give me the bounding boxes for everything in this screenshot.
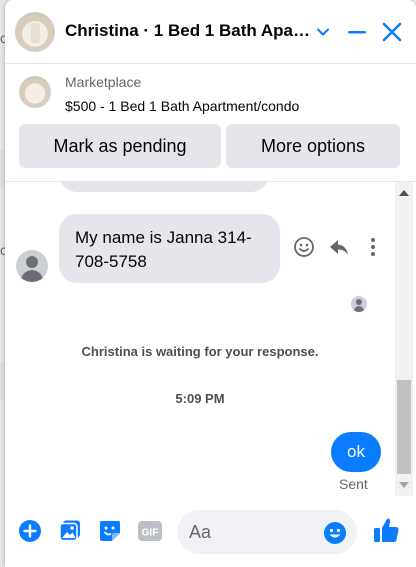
seen-indicator-avatar xyxy=(351,296,367,312)
more-options-button[interactable]: More options xyxy=(226,124,400,168)
like-icon[interactable] xyxy=(372,516,400,544)
reply-icon[interactable] xyxy=(326,234,352,260)
message-timestamp: 5:09 PM xyxy=(175,391,225,406)
chevron-down-icon[interactable] xyxy=(309,18,337,46)
listing-thumbnail[interactable] xyxy=(19,76,51,108)
scrollbar-thumb[interactable] xyxy=(397,380,411,474)
minimize-icon[interactable] xyxy=(343,18,371,46)
previous-message-bubble[interactable] xyxy=(59,182,269,192)
emoji-icon[interactable] xyxy=(291,234,317,260)
mark-as-pending-button[interactable]: Mark as pending xyxy=(19,124,221,168)
scroll-up-arrow-icon[interactable] xyxy=(399,190,409,196)
sticker-icon[interactable] xyxy=(96,517,124,545)
close-icon[interactable] xyxy=(378,18,406,46)
chat-window: Christina · 1 Bed 1 Bath Apartment/condo… xyxy=(5,0,416,567)
waiting-status: Christina is waiting for your response. xyxy=(81,344,319,359)
thread-scrollbar[interactable] xyxy=(395,182,413,496)
chat-header[interactable]: Christina · 1 Bed 1 Bath Apartment/condo xyxy=(5,0,416,64)
contact-avatar[interactable] xyxy=(15,12,55,52)
message-thread[interactable]: My name is Janna 314-708-5758 Christina … xyxy=(5,182,416,496)
incoming-message[interactable]: My name is Janna 314-708-5758 xyxy=(59,214,280,283)
marketplace-listing: Marketplace $500 - 1 Bed 1 Bath Apartmen… xyxy=(5,64,416,182)
marketplace-label: Marketplace xyxy=(65,74,142,90)
sender-avatar[interactable] xyxy=(16,250,48,282)
listing-title[interactable]: $500 - 1 Bed 1 Bath Apartment/condo xyxy=(65,98,299,114)
plus-icon[interactable] xyxy=(16,517,44,545)
emoji-picker-icon[interactable] xyxy=(323,521,347,545)
svg-text:GIF: GIF xyxy=(142,528,159,539)
gif-icon[interactable]: GIF xyxy=(136,517,164,545)
more-icon[interactable] xyxy=(360,234,386,260)
outgoing-message[interactable]: ok xyxy=(331,432,381,472)
chat-title[interactable]: Christina · 1 Bed 1 Bath Apartment/condo xyxy=(65,21,310,41)
sent-status: Sent xyxy=(339,476,368,492)
photo-icon[interactable] xyxy=(56,517,84,545)
message-composer: GIF xyxy=(5,496,416,567)
scroll-down-arrow-icon[interactable] xyxy=(399,482,409,488)
